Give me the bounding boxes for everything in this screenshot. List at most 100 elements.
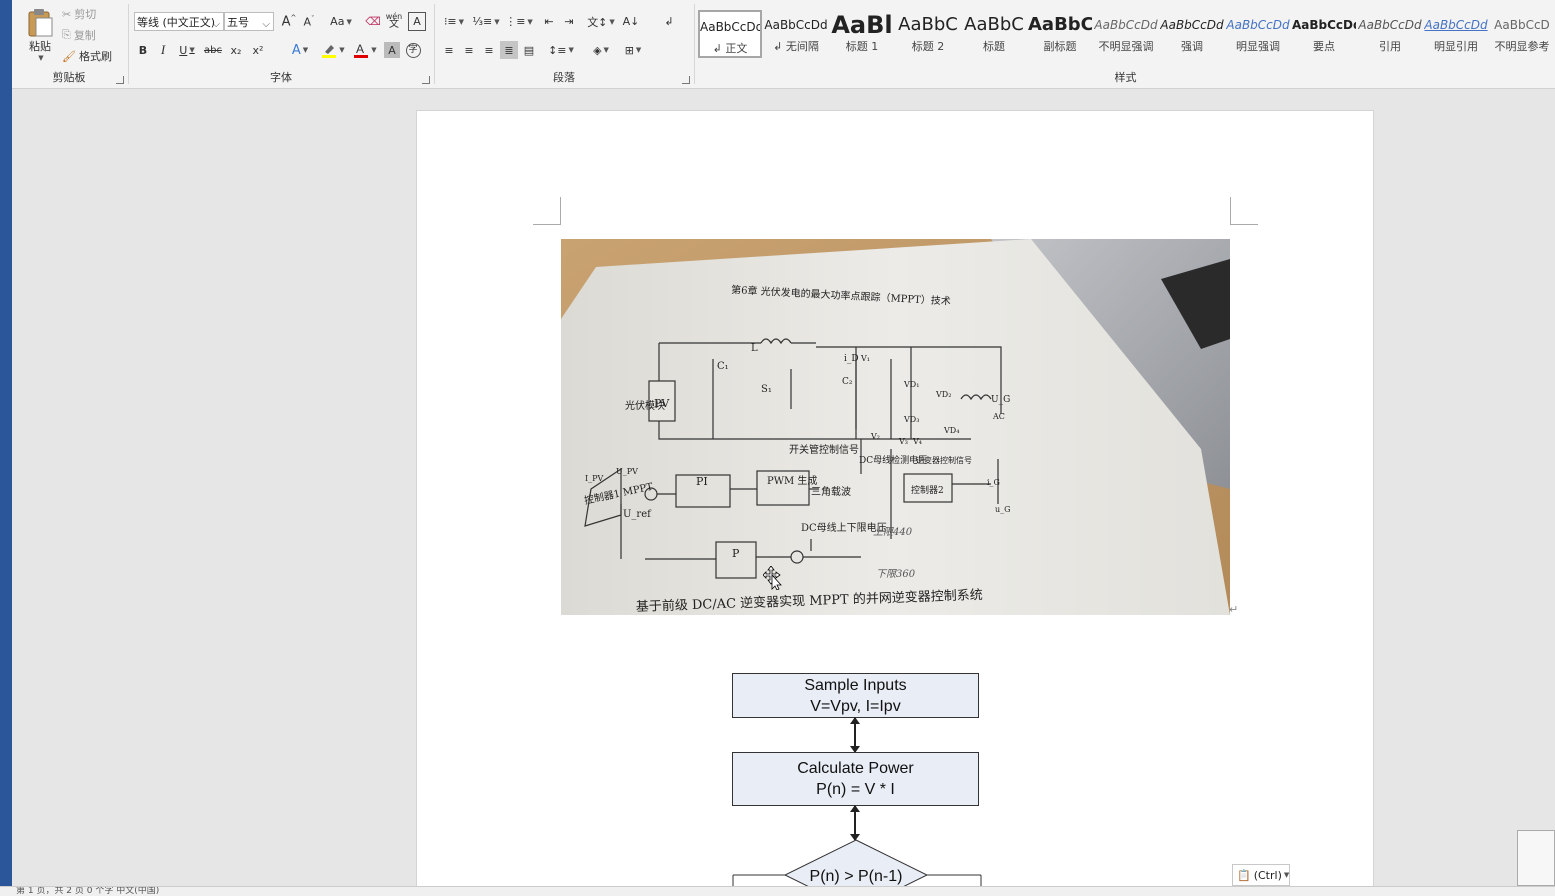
chevron-down-icon: ▼	[494, 17, 500, 26]
style-subtle-emphasis[interactable]: AaBbCcDd 不明显强调	[1094, 10, 1158, 58]
align-right-button[interactable]: ≡	[480, 41, 498, 59]
bullets-button[interactable]: ⁝≡ ▼	[440, 12, 468, 31]
line-spacing-button[interactable]: ↕≡ ▼	[546, 41, 576, 59]
show-marks-button[interactable]: ↲	[660, 12, 678, 31]
style-name: ↲ 无间隔	[773, 40, 819, 53]
photo-label-vd4: VD₄	[943, 426, 959, 435]
chinese-layout-button[interactable]: 文↕ ▼	[586, 12, 616, 31]
paintbrush-icon: 🖌	[62, 49, 76, 63]
font-size-combo[interactable]: 五号 ⌵	[224, 12, 274, 31]
style-subtitle[interactable]: AaBbC 副标题	[1028, 10, 1092, 58]
photo-label-ug2: u_G	[995, 505, 1011, 514]
underline-button[interactable]: U ▼	[174, 41, 200, 59]
style-intense-quote[interactable]: AaBbCcDd 明显引用	[1424, 10, 1488, 58]
photo-label-v2: V₂	[870, 432, 880, 441]
embedded-photo[interactable]: 第6章 光伏发电的最大功率点跟踪（MPPT）技术 光伏模块 PV C₁ L S₁…	[561, 239, 1230, 615]
numbered-list-icon: ⅓≡	[472, 15, 493, 28]
photo-label-uref: U_ref	[623, 509, 652, 520]
superscript-button[interactable]: x²	[248, 41, 268, 59]
photo-label-triangle: 三角载波	[811, 485, 851, 498]
copy-icon: ⎘	[62, 28, 71, 41]
chevron-down-icon: ▼	[635, 46, 642, 54]
cut-button[interactable]: ✂ 剪切	[62, 6, 114, 22]
photo-label-v4: V₄	[912, 437, 922, 446]
font-name-combo[interactable]: 等线 (中文正文) ⌵	[134, 12, 224, 31]
styles-group-label: 样式	[1114, 71, 1137, 84]
paste-button[interactable]: 粘贴 ▼	[20, 6, 60, 64]
borders-icon: ⊞	[624, 43, 634, 57]
photo-label-inv-signal: 逆变器控制信号	[916, 455, 972, 465]
italic-button[interactable]: I	[154, 41, 172, 59]
font-launcher-icon[interactable]	[422, 76, 430, 84]
scissors-icon: ✂	[62, 7, 72, 21]
decrease-indent-button[interactable]: ⇤	[540, 12, 558, 31]
chevron-down-icon: ▼	[1283, 871, 1290, 879]
style-name: 要点	[1313, 40, 1335, 53]
style-heading-2[interactable]: AaBbC 标题 2	[896, 10, 960, 58]
flow-box-line: P(n) = V * I	[816, 781, 895, 798]
sort-button[interactable]: A↓	[622, 12, 640, 31]
style-name: 明显引用	[1434, 40, 1478, 53]
grow-font-button[interactable]: A^	[280, 12, 298, 31]
highlight-button[interactable]: ▼	[318, 41, 348, 59]
justify-button[interactable]: ≣	[500, 41, 518, 59]
shading-button[interactable]: ◈ ▼	[586, 41, 616, 59]
multilevel-list-button[interactable]: ⋮≡ ▼	[504, 12, 534, 31]
style-sample: AaBbCcDd	[1424, 18, 1488, 32]
clipboard-icon	[28, 9, 53, 37]
floating-widget[interactable]	[1517, 830, 1555, 886]
distributed-button[interactable]: ▤	[520, 41, 538, 59]
ribbon-home: 粘贴 ▼ ✂ 剪切 ⎘ 复制 🖌 格式刷 剪贴板 等线 (中文正文) ⌵ 五号 …	[12, 0, 1555, 89]
shrink-font-button[interactable]: Aˇ	[300, 12, 318, 31]
style-heading-1[interactable]: AaBl 标题 1	[830, 10, 894, 58]
change-case-button[interactable]: Aa ▼	[326, 12, 356, 31]
style-quote[interactable]: AaBbCcDd 引用	[1358, 10, 1422, 58]
format-painter-button[interactable]: 🖌 格式刷	[62, 48, 124, 64]
chevron-down-icon: ▼	[603, 46, 609, 54]
paste-options-button[interactable]: 📋 (Ctrl) ▼	[1232, 864, 1290, 886]
style-normal[interactable]: AaBbCcDd ↲ 正文	[698, 10, 762, 58]
copy-button[interactable]: ⎘ 复制	[62, 27, 114, 43]
style-no-spacing[interactable]: AaBbCcDd ↲ 无间隔	[764, 10, 828, 58]
align-center-button[interactable]: ≡	[460, 41, 478, 59]
strikethrough-button[interactable]: abc	[202, 41, 224, 59]
photo-label-ac: AC	[992, 412, 1005, 421]
char-border-button[interactable]: A	[408, 12, 426, 31]
text-effects-button[interactable]: A ▼	[286, 41, 314, 59]
clear-format-button[interactable]: ⌫	[364, 12, 382, 31]
flow-box-sample-inputs[interactable]: Sample Inputs V=Vpv, I=Ipv	[732, 673, 979, 718]
subscript-button[interactable]: x₂	[226, 41, 246, 59]
paragraph-launcher-icon[interactable]	[682, 76, 690, 84]
styles-group: AaBbCcDd ↲ 正文 AaBbCcDd ↲ 无间隔 AaBl 标题 1 A…	[696, 0, 1555, 88]
flow-box-calculate-power[interactable]: Calculate Power P(n) = V * I	[732, 752, 979, 806]
style-name: ↲ 正文	[712, 42, 748, 55]
style-intense-emphasis[interactable]: AaBbCcDd 明显强调	[1226, 10, 1290, 58]
style-strong[interactable]: AaBbCcDd 要点	[1292, 10, 1356, 58]
highlighter-icon	[322, 45, 337, 58]
document-page[interactable]: 第6章 光伏发电的最大功率点跟踪（MPPT）技术 光伏模块 PV C₁ L S₁…	[416, 110, 1374, 896]
photo-label-vd1: VD₁	[903, 380, 919, 389]
style-subtle-reference[interactable]: AaBbCcD 不明显参考	[1490, 10, 1554, 58]
numbering-button[interactable]: ⅓≡ ▼	[472, 12, 500, 31]
style-emphasis[interactable]: AaBbCcDd 强调	[1160, 10, 1224, 58]
style-title[interactable]: AaBbC 标题	[962, 10, 1026, 58]
borders-button[interactable]: ⊞ ▼	[618, 41, 648, 59]
flow-arrow	[850, 805, 860, 841]
style-name: 不明显强调	[1098, 40, 1154, 53]
distributed-icon: ▤	[523, 43, 535, 57]
char-shading-button[interactable]: A	[384, 42, 400, 58]
style-name: 副标题	[1043, 40, 1077, 53]
enclose-char-button[interactable]: 字	[404, 41, 422, 59]
change-case-label: Aa	[330, 15, 345, 28]
style-sample: AaBbCcDd	[1094, 18, 1158, 32]
font-color-button[interactable]: A ▼	[350, 41, 380, 59]
photo-label-vd2: VD₂	[935, 390, 951, 399]
font-group: 等线 (中文正文) ⌵ 五号 ⌵ A^ Aˇ Aa ▼ ⌫ wén 文 A B I …	[130, 0, 432, 88]
style-sample: AaBbCcDd	[1160, 18, 1224, 32]
clipboard-launcher-icon[interactable]	[116, 76, 124, 84]
bold-button[interactable]: B	[134, 41, 152, 59]
pinyin-guide-button[interactable]: wén 文	[384, 10, 404, 31]
align-left-button[interactable]: ≡	[440, 41, 458, 59]
style-sample: AaBbCcD	[1494, 18, 1550, 32]
increase-indent-button[interactable]: ⇥	[560, 12, 578, 31]
